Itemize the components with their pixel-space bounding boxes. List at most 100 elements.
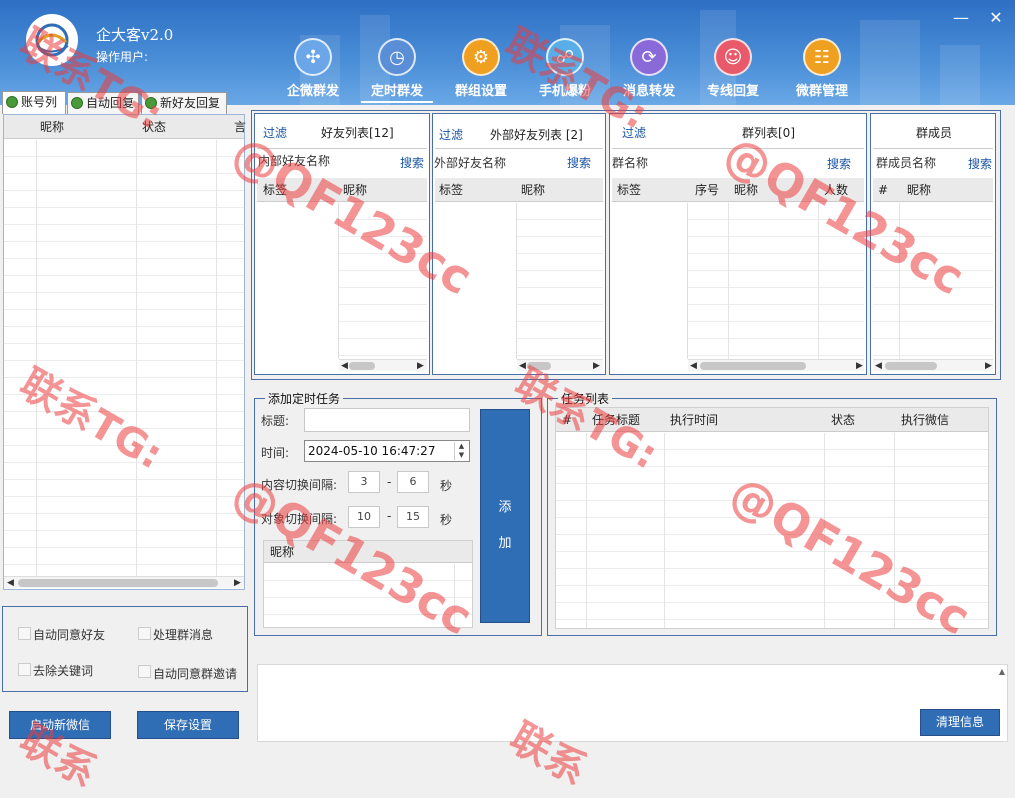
groups-hscroll[interactable]: ◀ ▶ bbox=[688, 359, 864, 371]
refresh-icon bbox=[71, 97, 83, 109]
content-interval-max[interactable]: 6 bbox=[397, 471, 429, 493]
nav-group-manage[interactable]: ☷ 微群管理 bbox=[786, 38, 858, 99]
forward-cycle-icon: ⟳ bbox=[630, 38, 668, 76]
scroll-up-icon[interactable]: ▲ bbox=[999, 667, 1005, 676]
account-grid-header: 昵称 状态 言 bbox=[4, 115, 246, 139]
nav-label: 群组设置 bbox=[454, 84, 507, 99]
col-tag: 标签 bbox=[263, 183, 288, 197]
clear-info-button[interactable]: 清理信息 bbox=[920, 709, 1000, 736]
col-nickname: 昵称 bbox=[40, 120, 65, 134]
nav-label: 定时群发 bbox=[361, 80, 433, 103]
external-title: 外部好友列表 [2] bbox=[490, 128, 583, 142]
groups-search-label: 群名称 bbox=[612, 156, 649, 170]
task-grid[interactable]: # 任务标题 执行时间 状态 执行微信 bbox=[555, 407, 989, 629]
remove-keywords-label: 去除关键词 bbox=[33, 664, 94, 678]
tab-label: 自动回复 bbox=[86, 96, 135, 110]
friends-title: 好友列表[12] bbox=[321, 126, 394, 140]
auto-accept-invite-checkbox[interactable] bbox=[138, 665, 151, 678]
groups-filter-link[interactable]: 过滤 bbox=[622, 124, 646, 141]
groups-search-button[interactable]: 搜索 bbox=[827, 155, 851, 172]
target-interval-min[interactable]: 10 bbox=[348, 506, 380, 528]
nav-phone-fans[interactable]: ☍ 手机爆粉 bbox=[529, 38, 601, 99]
log-area[interactable]: ▲ bbox=[257, 664, 1008, 742]
nav-label: 消息转发 bbox=[622, 84, 675, 99]
start-wechat-button[interactable]: 启动新微信 bbox=[9, 711, 111, 739]
auto-accept-invite-label: 自动同意群邀请 bbox=[153, 667, 238, 681]
add-task-legend: 添加定时任务 bbox=[265, 390, 344, 407]
nav-mass-send[interactable]: ✣ 企微群发 bbox=[277, 38, 349, 99]
unit-seconds: 秒 bbox=[440, 513, 453, 527]
external-filter-link[interactable]: 过滤 bbox=[439, 126, 463, 143]
spin-arrows-icon[interactable]: ▲ ▼ bbox=[454, 442, 468, 460]
members-search-button[interactable]: 搜索 bbox=[968, 155, 992, 172]
friends-filter-link[interactable]: 过滤 bbox=[263, 124, 287, 141]
tab-label: 账号列 bbox=[21, 95, 58, 109]
operator-label: 操作用户: bbox=[96, 50, 149, 64]
members-hscroll[interactable]: ◀ ▶ bbox=[873, 359, 993, 371]
members-grid-body[interactable] bbox=[873, 203, 993, 359]
col-status: 状态 bbox=[142, 120, 167, 134]
time-label: 时间: bbox=[261, 446, 290, 460]
friends-grid-header: 标签 昵称 bbox=[257, 178, 427, 202]
remove-keywords-checkbox[interactable] bbox=[18, 663, 31, 676]
task-grid-header: # 任务标题 执行时间 状态 执行微信 bbox=[556, 408, 988, 432]
groups-grid-body[interactable] bbox=[688, 203, 864, 359]
nav-scheduled-send[interactable]: ◷ 定时群发 bbox=[361, 38, 433, 103]
account-grid-hscroll[interactable]: ◀ ▶ bbox=[4, 576, 244, 588]
group-settings-icon: ⚙ bbox=[462, 38, 500, 76]
tab-accounts[interactable]: 账号列 bbox=[2, 91, 66, 114]
friends-search-button[interactable]: 搜索 bbox=[400, 154, 424, 171]
nav-label: 专线回复 bbox=[706, 84, 759, 99]
target-list[interactable]: 昵称 bbox=[263, 540, 473, 628]
close-icon[interactable]: ✕ bbox=[986, 8, 1006, 27]
col-exec-wechat: 执行微信 bbox=[901, 413, 950, 427]
external-hscroll[interactable]: ◀ ▶ bbox=[517, 359, 603, 371]
external-search-button[interactable]: 搜索 bbox=[567, 154, 591, 171]
add-task-frame: 添加定时任务 标题: 时间: 2024-05-10 16:47:27 ▲ ▼ 内容… bbox=[254, 390, 542, 636]
share-nodes-icon: ✣ bbox=[294, 38, 332, 76]
handle-group-msg-checkbox[interactable] bbox=[138, 627, 151, 640]
group-manage-icon: ☷ bbox=[803, 38, 841, 76]
nav-group-settings[interactable]: ⚙ 群组设置 bbox=[445, 38, 517, 99]
refresh-icon bbox=[145, 97, 157, 109]
col-nickname: 昵称 bbox=[521, 183, 546, 197]
friends-hscroll[interactable]: ◀ ▶ bbox=[339, 359, 427, 371]
col-count: 人数 bbox=[824, 183, 849, 197]
users-reply-icon: ☺ bbox=[714, 38, 752, 76]
col-nickname: 昵称 bbox=[343, 183, 368, 197]
col-nickname: 昵称 bbox=[734, 183, 759, 197]
external-grid-header: 标签 昵称 bbox=[435, 178, 603, 202]
col-index: # bbox=[562, 413, 573, 427]
account-grid[interactable]: 昵称 状态 言 ◀ ▶ bbox=[3, 114, 246, 590]
add-task-button[interactable]: 添加 bbox=[480, 409, 530, 623]
globe-logo-icon bbox=[35, 23, 69, 57]
groups-grid-header: 标签 序号 昵称 人数 bbox=[612, 178, 864, 202]
title-label: 标题: bbox=[261, 414, 290, 428]
groups-title: 群列表[0] bbox=[742, 126, 795, 140]
external-grid-body[interactable] bbox=[517, 203, 603, 359]
task-title-input[interactable] bbox=[304, 408, 470, 432]
col-exec-time: 执行时间 bbox=[670, 413, 719, 427]
save-settings-button[interactable]: 保存设置 bbox=[137, 711, 239, 739]
minimize-icon[interactable]: — bbox=[951, 8, 971, 27]
content-interval-min[interactable]: 3 bbox=[348, 471, 380, 493]
auto-accept-friend-checkbox[interactable] bbox=[18, 627, 31, 640]
col-index: 序号 bbox=[695, 183, 720, 197]
nav-dedicated-reply[interactable]: ☺ 专线回复 bbox=[697, 38, 769, 99]
tab-auto-reply[interactable]: 自动回复 bbox=[67, 92, 139, 114]
friends-grid-body[interactable] bbox=[339, 203, 427, 359]
add-btn-char: 加 bbox=[498, 536, 512, 551]
options-panel: 自动同意好友 处理群消息 去除关键词 自动同意群邀请 bbox=[2, 606, 248, 692]
nav-message-forward[interactable]: ⟳ 消息转发 bbox=[613, 38, 685, 99]
members-grid-header: # 昵称 bbox=[873, 178, 993, 202]
col-task-title: 任务标题 bbox=[592, 413, 641, 427]
task-list-legend: 任务列表 bbox=[558, 390, 613, 407]
target-interval-max[interactable]: 15 bbox=[397, 506, 429, 528]
app-title: 企大客v2.0 bbox=[96, 26, 174, 44]
bg-building bbox=[940, 45, 980, 105]
tab-new-friend-reply[interactable]: 新好友回复 bbox=[141, 92, 227, 114]
app-header: 企大客v2.0 操作用户: — ✕ ✣ 企微群发 ◷ 定时群发 ⚙ 群组设置 ☍… bbox=[0, 0, 1015, 105]
nav-label: 微群管理 bbox=[795, 84, 848, 99]
task-time-picker[interactable]: 2024-05-10 16:47:27 ▲ ▼ bbox=[304, 440, 470, 462]
auto-accept-friend-label: 自动同意好友 bbox=[33, 628, 106, 642]
